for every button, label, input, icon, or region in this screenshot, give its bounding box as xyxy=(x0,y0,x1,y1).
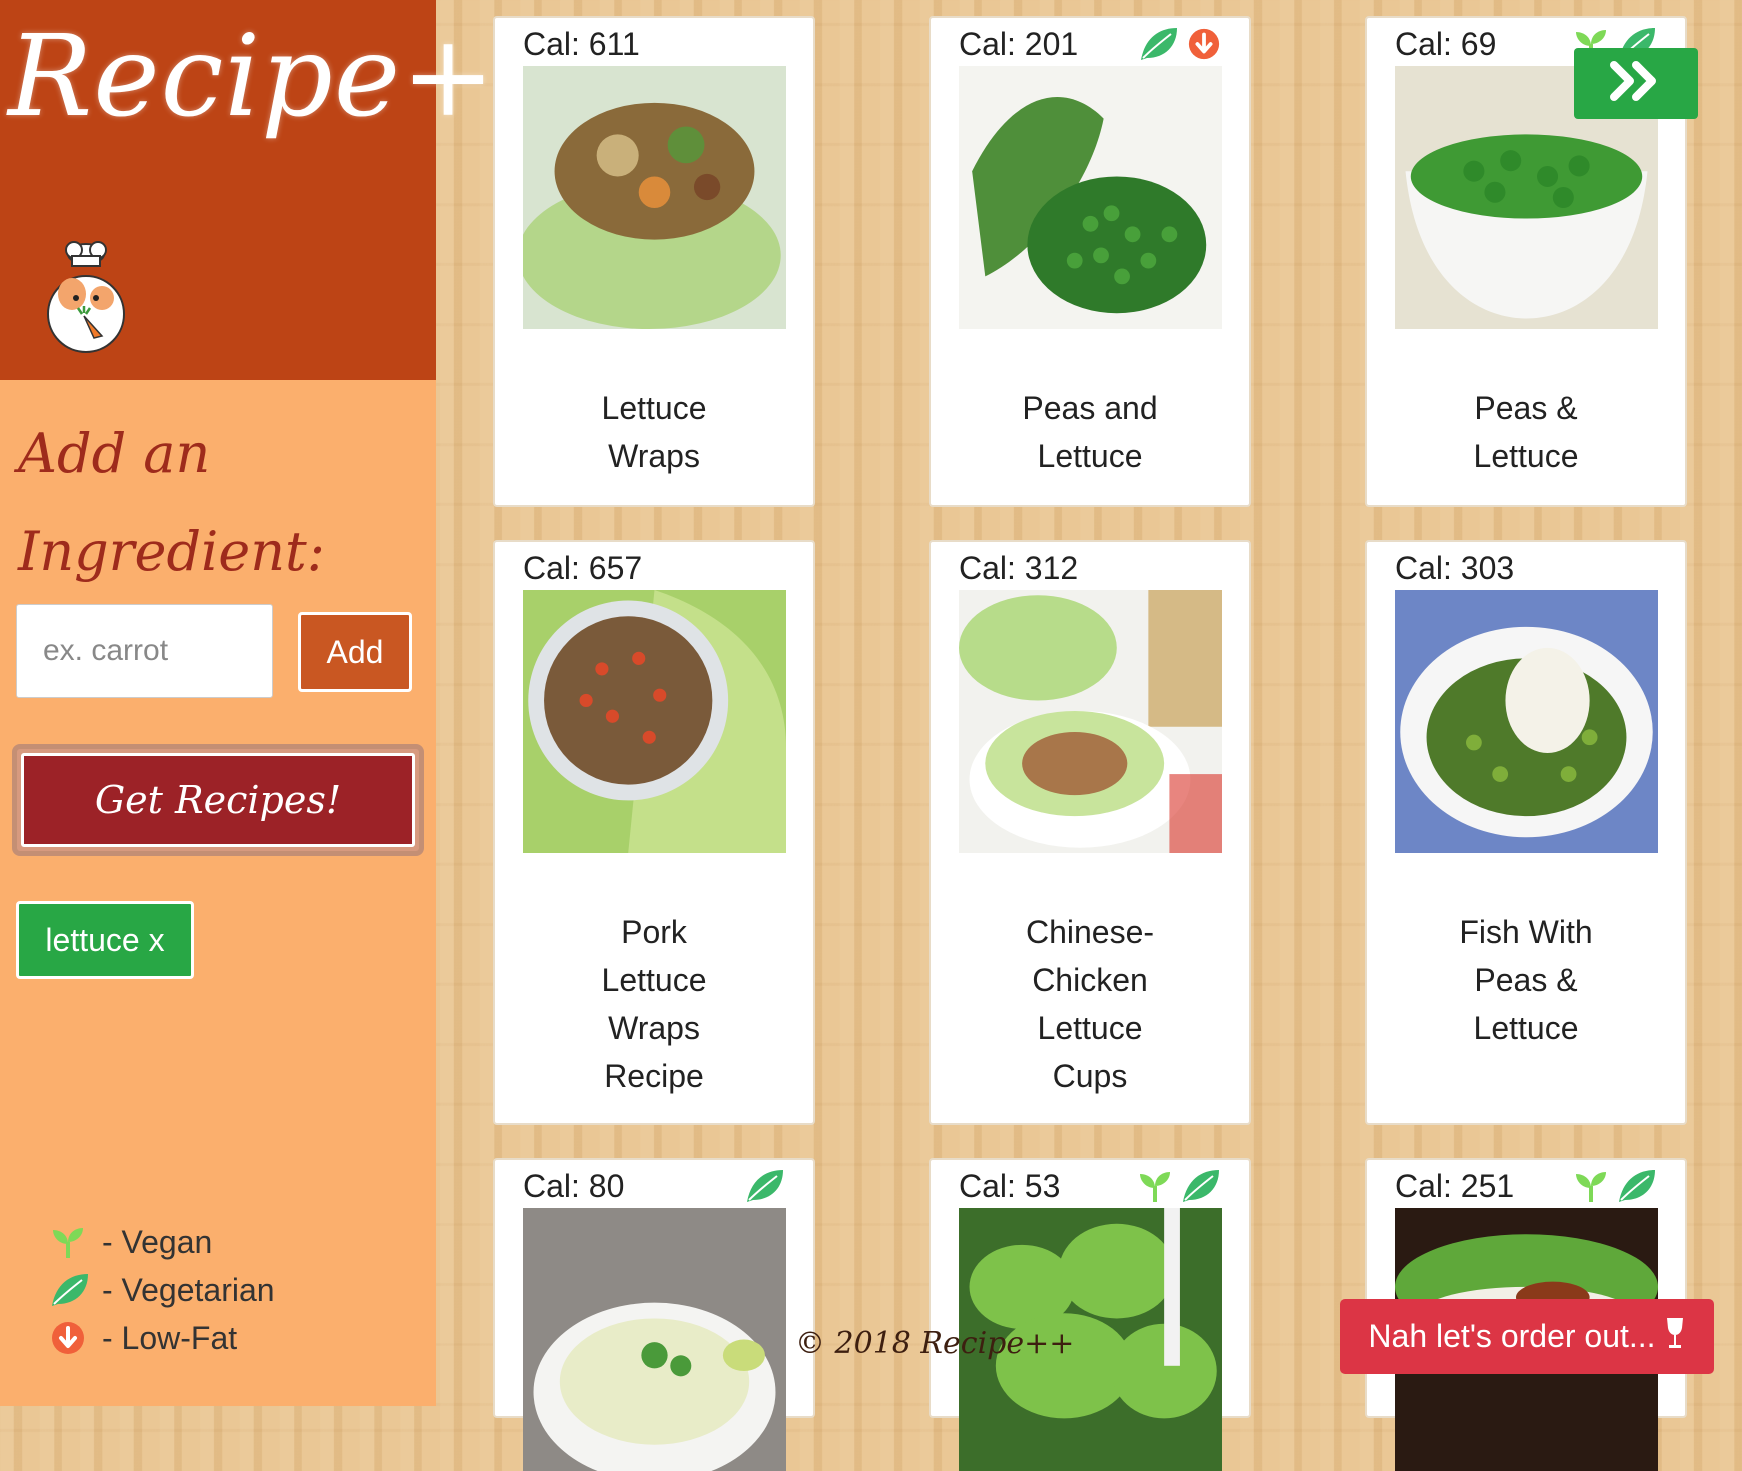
calorie-count: Cal: 303 xyxy=(1395,550,1515,586)
sidebar: Recipe++ Add an Ingredient: ex. carrot A… xyxy=(0,0,590,1406)
ingredient-chip-lettuce[interactable]: lettuce x xyxy=(16,901,194,979)
calorie-count: Cal: 53 xyxy=(959,1168,1061,1204)
add-ingredient-heading: Add an Ingredient: xyxy=(18,422,325,583)
recipe-card[interactable]: Cal: 611 Lettuce Wraps xyxy=(493,16,815,507)
legend-vegetarian-label: - Vegetarian xyxy=(102,1271,275,1308)
low-fat-icon xyxy=(1187,27,1221,66)
order-out-label: Nah let's order out... xyxy=(1368,1318,1656,1354)
recipe-photo[interactable] xyxy=(959,590,1222,853)
legend-vegetarian: - Vegetarian xyxy=(50,1266,275,1314)
recipe-title[interactable]: Pork Lettuce Wraps Recipe xyxy=(495,908,813,1100)
recipe-title[interactable]: Lettuce Wraps xyxy=(495,384,813,480)
ingredient-input[interactable]: ex. carrot xyxy=(16,604,273,698)
calorie-count: Cal: 80 xyxy=(523,1168,625,1204)
recipe-title[interactable]: Chinese-Chicken Lettuce Cups xyxy=(931,908,1249,1100)
leaf-icon xyxy=(1617,1168,1657,1209)
calorie-count: Cal: 657 xyxy=(523,550,643,586)
calorie-count: Cal: 69 xyxy=(1395,26,1497,62)
recipe-title[interactable]: Peas & Lettuce xyxy=(1367,384,1685,480)
leaf-icon xyxy=(1139,26,1179,67)
order-out-button[interactable]: Nah let's order out... xyxy=(1340,1299,1714,1374)
diet-badges xyxy=(1137,1168,1221,1209)
legend-low-fat-label: - Low-Fat xyxy=(102,1319,238,1356)
recipe-card[interactable]: Cal: 312 Chinese-Chicken Lettuce Cups xyxy=(929,540,1251,1125)
get-recipes-wrapper: Get Recipes! xyxy=(12,744,424,856)
next-page-button[interactable] xyxy=(1574,48,1698,119)
recipe-card[interactable]: Cal: 80 xyxy=(493,1158,815,1471)
recipe-card[interactable]: Cal: 303 Fish With Peas & Lettuce xyxy=(1365,540,1687,1125)
diet-badges xyxy=(1139,26,1221,67)
recipe-photo[interactable] xyxy=(523,66,786,329)
diet-badges xyxy=(1573,1168,1657,1209)
leaf-icon xyxy=(1181,1168,1221,1209)
recipe-title[interactable]: Peas and Lettuce xyxy=(931,384,1249,480)
diet-legend: - Vegan - Vegetarian - Low-Fat xyxy=(50,1218,275,1362)
recipe-title[interactable]: Fish With Peas & Lettuce xyxy=(1367,908,1685,1052)
recipe-card[interactable]: Cal: 251 xyxy=(1365,1158,1687,1471)
recipe-card[interactable]: Cal: 201 Peas and Lettuce xyxy=(929,16,1251,507)
recipe-card[interactable]: Cal: 53 xyxy=(929,1158,1251,1471)
recipe-photo[interactable] xyxy=(1395,590,1658,853)
recipe-photo[interactable] xyxy=(959,66,1222,329)
brand-header: Recipe++ xyxy=(0,0,590,380)
double-chevron-right-icon xyxy=(1608,59,1664,108)
copyright: © 2018 Recipe++ xyxy=(795,1326,1075,1361)
sprout-icon xyxy=(1137,1168,1173,1209)
legend-vegan-label: - Vegan xyxy=(102,1223,213,1260)
leaf-icon xyxy=(50,1272,96,1308)
recipe-photo[interactable] xyxy=(523,1208,786,1471)
recipe-photo[interactable] xyxy=(523,590,786,853)
recipe-card[interactable]: Cal: 657 Pork Lettuce Wraps Recipe xyxy=(493,540,815,1125)
wine-glass-icon xyxy=(1664,1316,1686,1358)
leaf-icon xyxy=(745,1168,785,1209)
sprout-icon xyxy=(50,1224,96,1260)
diet-badges xyxy=(745,1168,785,1209)
get-recipes-button[interactable]: Get Recipes! xyxy=(21,753,415,847)
calorie-count: Cal: 251 xyxy=(1395,1168,1515,1204)
calorie-count: Cal: 312 xyxy=(959,550,1079,586)
calorie-count: Cal: 201 xyxy=(959,26,1079,62)
legend-vegan: - Vegan xyxy=(50,1218,275,1266)
low-fat-icon xyxy=(50,1320,96,1356)
sprout-icon xyxy=(1573,1168,1609,1209)
add-button[interactable]: Add xyxy=(298,612,412,692)
calorie-count: Cal: 611 xyxy=(523,26,640,62)
hamster-chef-mascot-icon xyxy=(47,241,125,353)
legend-low-fat: - Low-Fat xyxy=(50,1314,275,1362)
